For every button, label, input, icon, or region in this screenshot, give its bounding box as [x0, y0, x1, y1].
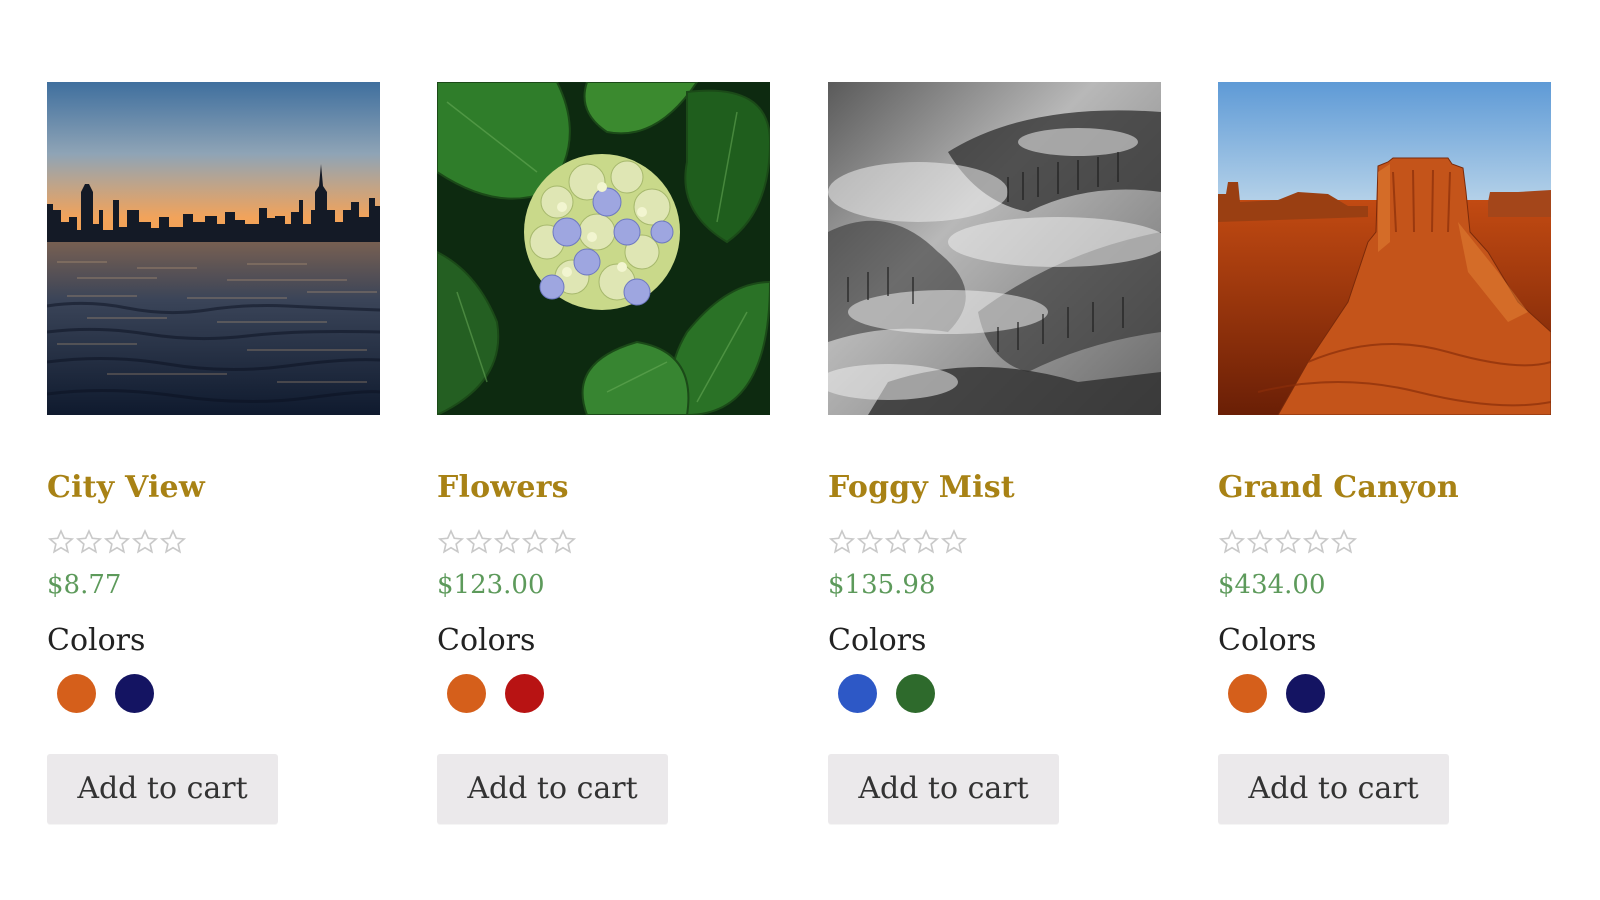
star-icon	[884, 529, 912, 554]
grand-canyon-image	[1218, 82, 1551, 415]
color-swatch[interactable]	[57, 674, 96, 713]
star-icon	[493, 529, 521, 554]
star-icon	[828, 529, 856, 554]
add-to-cart-button[interactable]: Add to cart	[437, 754, 668, 824]
product-card: Flowers $123.00 Colors Add to cart	[437, 82, 771, 824]
city-view-image	[47, 82, 380, 415]
star-icon	[159, 529, 187, 554]
star-icon	[47, 529, 75, 554]
star-icon	[1274, 529, 1302, 554]
star-icon	[521, 529, 549, 554]
colors-label: Colors	[47, 623, 146, 658]
product-image-link[interactable]	[1218, 82, 1551, 415]
colors-label: Colors	[828, 623, 927, 658]
product-price: $434.00	[1218, 570, 1326, 600]
product-title[interactable]: City View	[47, 470, 205, 505]
product-card: Grand Canyon $434.00 Colors Add to cart	[1218, 82, 1552, 824]
star-icon	[1302, 529, 1330, 554]
color-swatch[interactable]	[505, 674, 544, 713]
star-rating	[1218, 528, 1358, 558]
flowers-image	[437, 82, 770, 415]
add-to-cart-button[interactable]: Add to cart	[47, 754, 278, 824]
star-icon	[1330, 529, 1358, 554]
product-image-link[interactable]	[828, 82, 1161, 415]
star-icon	[465, 529, 493, 554]
star-icon	[75, 529, 103, 554]
color-swatch[interactable]	[1228, 674, 1267, 713]
product-card: Foggy Mist $135.98 Colors Add to cart	[828, 82, 1162, 824]
star-icon	[131, 529, 159, 554]
foggy-mist-image	[828, 82, 1161, 415]
color-swatches	[57, 674, 154, 713]
product-price: $135.98	[828, 570, 936, 600]
star-icon	[940, 529, 968, 554]
product-title[interactable]: Foggy Mist	[828, 470, 1015, 505]
star-icon	[549, 529, 577, 554]
color-swatches	[447, 674, 544, 713]
star-icon	[856, 529, 884, 554]
color-swatches	[1228, 674, 1325, 713]
product-title[interactable]: Flowers	[437, 470, 569, 505]
colors-label: Colors	[1218, 623, 1317, 658]
star-rating	[437, 528, 577, 558]
color-swatch[interactable]	[896, 674, 935, 713]
product-grid: City View $8.77 Colors Add to cart Flowe…	[0, 0, 1600, 900]
color-swatch[interactable]	[447, 674, 486, 713]
add-to-cart-button[interactable]: Add to cart	[1218, 754, 1449, 824]
color-swatch[interactable]	[115, 674, 154, 713]
add-to-cart-button[interactable]: Add to cart	[828, 754, 1059, 824]
product-card: City View $8.77 Colors Add to cart	[47, 82, 381, 824]
star-icon	[437, 529, 465, 554]
color-swatch[interactable]	[1286, 674, 1325, 713]
product-image-link[interactable]	[47, 82, 380, 415]
star-rating	[47, 528, 187, 558]
product-title[interactable]: Grand Canyon	[1218, 470, 1459, 505]
product-price: $8.77	[47, 570, 122, 600]
star-icon	[103, 529, 131, 554]
star-rating	[828, 528, 968, 558]
product-price: $123.00	[437, 570, 545, 600]
star-icon	[912, 529, 940, 554]
colors-label: Colors	[437, 623, 536, 658]
star-icon	[1246, 529, 1274, 554]
star-icon	[1218, 529, 1246, 554]
color-swatches	[838, 674, 935, 713]
color-swatch[interactable]	[838, 674, 877, 713]
product-image-link[interactable]	[437, 82, 770, 415]
